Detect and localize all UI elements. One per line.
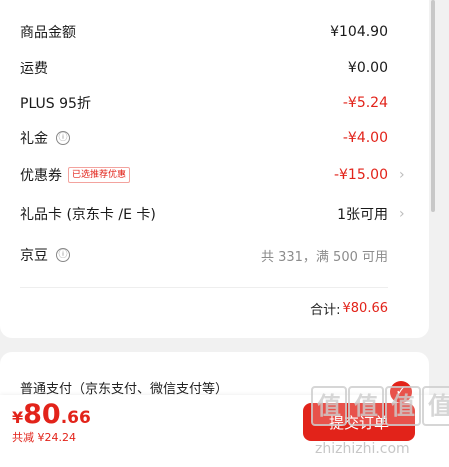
watermark-char: 值 xyxy=(311,386,347,426)
total-saved: 共减 ¥24.24 xyxy=(12,431,76,444)
gift-card-value: 1张可用 xyxy=(337,207,388,223)
info-icon[interactable]: ⓘ xyxy=(56,248,70,262)
total-label: 合计: xyxy=(310,302,341,318)
shipping-value: ¥0.00 xyxy=(347,60,388,76)
price-decimal: .66 xyxy=(60,408,91,428)
jingdou-label: 京豆 xyxy=(20,248,48,264)
order-summary-card: 商品金额 ¥104.90 运费 ¥0.00 PLUS 95折 -¥5.24 礼金… xyxy=(0,0,429,338)
gift-money-label: 礼金 xyxy=(20,131,48,147)
pay-amount: ¥ 80 .66 xyxy=(12,399,91,430)
gift-money-value: -¥4.00 xyxy=(342,130,388,146)
price-integer: 80 xyxy=(23,399,61,430)
row-goods-amount: 商品金额 ¥104.90 xyxy=(20,17,388,47)
watermark-url: zhizhizhi.com xyxy=(315,441,410,457)
goods-amount-value: ¥104.90 xyxy=(330,24,388,40)
chevron-right-icon[interactable]: › xyxy=(399,199,409,229)
shipping-label: 运费 xyxy=(20,61,48,77)
row-gift-card[interactable]: 礼品卡 (京东卡 /E 卡) 1张可用 xyxy=(20,199,388,229)
row-plus-discount: PLUS 95折 -¥5.24 xyxy=(20,88,388,118)
coupon-label: 优惠券 xyxy=(20,168,62,184)
row-jingdou: 京豆 ⓘ 共 331，满 500 可用 xyxy=(20,240,388,270)
jingdou-value: 共 331，满 500 可用 xyxy=(260,249,388,265)
scrollbar-thumb[interactable] xyxy=(431,0,435,212)
goods-amount-label: 商品金额 xyxy=(20,25,76,41)
info-icon[interactable]: ⓘ xyxy=(56,131,70,145)
plus-discount-value: -¥5.24 xyxy=(342,95,388,111)
order-total: 合计: ¥80.66 xyxy=(310,296,388,320)
row-coupon[interactable]: 优惠券 已选推荐优惠 -¥15.00 xyxy=(20,160,388,190)
watermark-char: 值 xyxy=(348,386,384,426)
total-value: ¥80.66 xyxy=(342,300,389,316)
gift-card-label: 礼品卡 (京东卡 /E 卡) xyxy=(20,207,156,223)
watermark-char: 值 xyxy=(385,386,421,426)
row-shipping: 运费 ¥0.00 xyxy=(20,53,388,83)
chevron-right-icon[interactable]: › xyxy=(399,160,409,190)
watermark-logo: 值 值 值 值 xyxy=(311,386,449,426)
divider xyxy=(20,287,388,288)
coupon-value: -¥15.00 xyxy=(333,167,388,183)
recommended-coupon-tag: 已选推荐优惠 xyxy=(68,167,131,183)
currency-symbol: ¥ xyxy=(12,408,24,427)
plus-discount-label: PLUS 95折 xyxy=(20,96,91,112)
watermark-char: 值 xyxy=(422,386,449,426)
row-gift-money: 礼金 ⓘ -¥4.00 xyxy=(20,123,388,153)
